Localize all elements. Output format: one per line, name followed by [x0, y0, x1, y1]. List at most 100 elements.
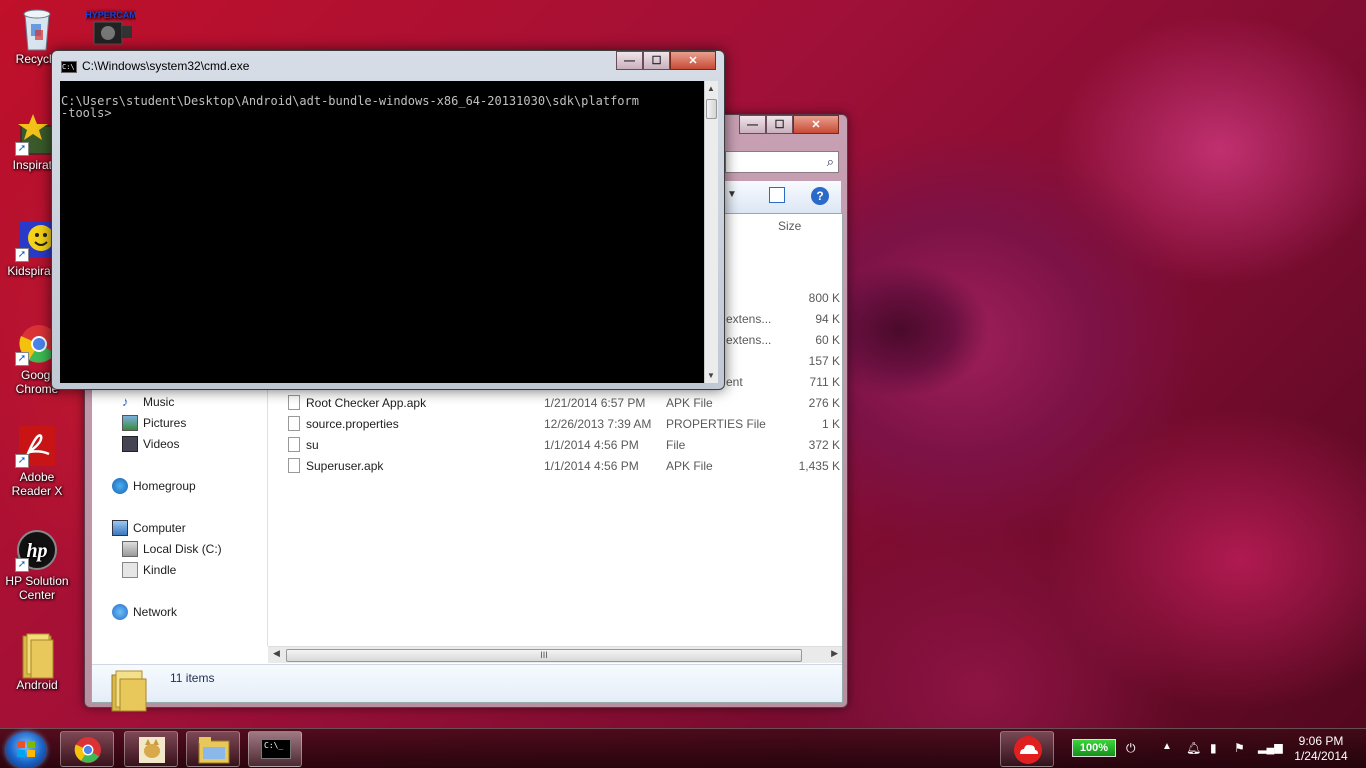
taskbar-explorer[interactable]	[186, 731, 240, 767]
nav-item-label: Computer	[133, 521, 186, 535]
desktop-icon-adobe-reader[interactable]: ➚ Adobe Reader X	[2, 424, 72, 498]
scrollbar-thumb[interactable]: III	[286, 649, 802, 662]
nav-item-label: Videos	[143, 437, 180, 451]
cmd-icon: C:\	[61, 61, 77, 73]
nav-item-label: Homegroup	[133, 479, 196, 493]
desktop-icon-hp-solution[interactable]: hp ➚ HP Solution Center	[2, 528, 72, 602]
search-icon: ⌕	[826, 154, 834, 169]
maximize-button[interactable]: ☐	[766, 115, 793, 134]
file-date: 1/21/2014 6:57 PM	[544, 396, 646, 410]
close-button[interactable]: ✕	[793, 115, 839, 134]
folder-icon	[15, 632, 59, 679]
scroll-left-icon[interactable]: ◀	[273, 648, 280, 659]
file-icon	[288, 395, 300, 410]
taskbar-chrome[interactable]	[60, 731, 114, 767]
file-date: 1/1/2014 4:56 PM	[544, 438, 639, 452]
shortcut-arrow-icon: ➚	[15, 142, 29, 156]
item-count: 11 items	[170, 671, 215, 685]
scrollbar-thumb[interactable]	[706, 99, 717, 119]
search-input[interactable]: ⌕	[725, 151, 839, 173]
music-icon: ♪	[122, 394, 129, 409]
drive-icon	[122, 541, 138, 557]
help-icon[interactable]: ?	[811, 187, 829, 205]
file-icon	[288, 458, 300, 473]
taskbar-app[interactable]	[124, 731, 178, 767]
file-name: source.properties	[306, 417, 399, 431]
partial-row-size: 157 K	[808, 354, 840, 368]
hp-icon: hp ➚	[15, 528, 59, 572]
nav-item-homegroup[interactable]: Homegroup	[112, 478, 196, 494]
horizontal-scrollbar[interactable]: ◀ III ▶	[268, 646, 842, 663]
windows-logo-icon	[17, 741, 35, 757]
explorer-window-controls: — ☐ ✕	[739, 115, 839, 134]
nav-item-network[interactable]: Network	[112, 604, 177, 620]
explorer-toolbar: ▼ ?	[725, 181, 841, 213]
file-date: 12/26/2013 7:39 AM	[544, 417, 652, 431]
desktop-icon-android-folder[interactable]: Android	[2, 632, 72, 692]
maximize-button[interactable]: ☐	[643, 51, 670, 70]
show-hidden-icons-icon[interactable]: ▲	[1162, 741, 1172, 752]
taskbar-cloud-app[interactable]	[1000, 731, 1054, 767]
folder-icon	[198, 737, 230, 764]
nav-item-videos[interactable]: Videos	[122, 436, 179, 452]
table-row[interactable]: Superuser.apk 1/1/2014 4:56 PM APK File …	[268, 456, 842, 476]
nav-item-label: Network	[133, 605, 178, 619]
table-row[interactable]: su 1/1/2014 4:56 PM File 372 K	[268, 435, 842, 455]
scroll-right-icon[interactable]: ▶	[831, 648, 838, 659]
clock-date: 1/24/2014	[1294, 749, 1348, 763]
file-size: 276 K	[808, 396, 840, 410]
file-name: Root Checker App.apk	[306, 396, 427, 410]
homegroup-icon	[112, 478, 128, 494]
scroll-up-icon[interactable]: ▲	[707, 84, 715, 93]
shortcut-arrow-icon: ➚	[15, 454, 29, 468]
scroll-down-icon[interactable]: ▼	[707, 371, 715, 380]
file-name: Superuser.apk	[306, 459, 384, 473]
chrome-icon	[74, 737, 101, 763]
nav-item-music[interactable]: ♪ Music	[122, 394, 174, 410]
power-plug-icon[interactable]: ⏻	[1126, 741, 1136, 756]
network-signal-icon[interactable]: ▂▄▆	[1258, 741, 1283, 754]
taskbar-cmd[interactable]: C:\_	[248, 731, 302, 767]
action-center-flag-icon[interactable]: ⚑	[1234, 741, 1245, 755]
minimize-button[interactable]: —	[616, 51, 643, 70]
hypercam-logo-text: HYPERCAM	[86, 10, 136, 20]
battery-indicator[interactable]: 100%	[1072, 739, 1116, 757]
cmd-window[interactable]: C:\ C:\Windows\system32\cmd.exe — ☐ ✕ C:…	[51, 50, 725, 390]
file-size: 1 K	[821, 417, 840, 431]
network-icon	[112, 604, 128, 620]
nav-item-local-disk[interactable]: Local Disk (C:)	[122, 541, 222, 557]
partial-row-size: 711 K	[809, 375, 840, 389]
file-size: 372 K	[808, 438, 840, 452]
file-type: APK File	[666, 459, 713, 473]
file-type: PROPERTIES File	[666, 417, 766, 431]
recycle-bin-icon	[15, 6, 59, 51]
partial-row-type: extens...	[726, 333, 772, 347]
notification-bell-icon[interactable]: 🔔︎	[1186, 741, 1201, 755]
desktop-icon-label: Android	[16, 678, 58, 692]
cat-icon	[139, 737, 165, 763]
column-header-size[interactable]: Size	[778, 219, 801, 233]
nav-item-kindle[interactable]: Kindle	[122, 562, 176, 578]
vertical-scrollbar[interactable]: ▲ ▼	[704, 81, 718, 383]
table-row[interactable]: Root Checker App.apk 1/21/2014 6:57 PM A…	[268, 393, 842, 413]
nav-item-computer[interactable]: Computer	[112, 520, 186, 536]
start-button[interactable]	[6, 732, 46, 768]
close-button[interactable]: ✕	[670, 51, 716, 70]
desktop-icon-label: HP Solution Center	[5, 574, 69, 602]
nav-item-label: Music	[143, 395, 175, 409]
preview-pane-icon[interactable]	[769, 187, 785, 203]
view-options-chevron-icon[interactable]: ▼	[727, 189, 737, 200]
desktop-icon-label: Adobe Reader X	[11, 470, 63, 498]
device-icon[interactable]: ▮	[1210, 741, 1217, 755]
nav-item-pictures[interactable]: Pictures	[122, 415, 186, 431]
desktop-icon-hypercam[interactable]: HYPERCAM	[78, 8, 144, 52]
file-type: APK File	[666, 396, 713, 410]
console-output[interactable]: C:\Users\student\Desktop\Android\adt-bun…	[60, 81, 704, 383]
cmd-window-controls: — ☐ ✕	[616, 51, 716, 70]
system-clock[interactable]: 9:06 PM 1/24/2014	[1286, 734, 1356, 764]
details-pane: 11 items	[92, 664, 842, 712]
partial-row-size: 800 K	[808, 291, 840, 305]
videos-icon	[122, 436, 138, 452]
minimize-button[interactable]: —	[739, 115, 766, 134]
table-row[interactable]: source.properties 12/26/2013 7:39 AM PRO…	[268, 414, 842, 434]
